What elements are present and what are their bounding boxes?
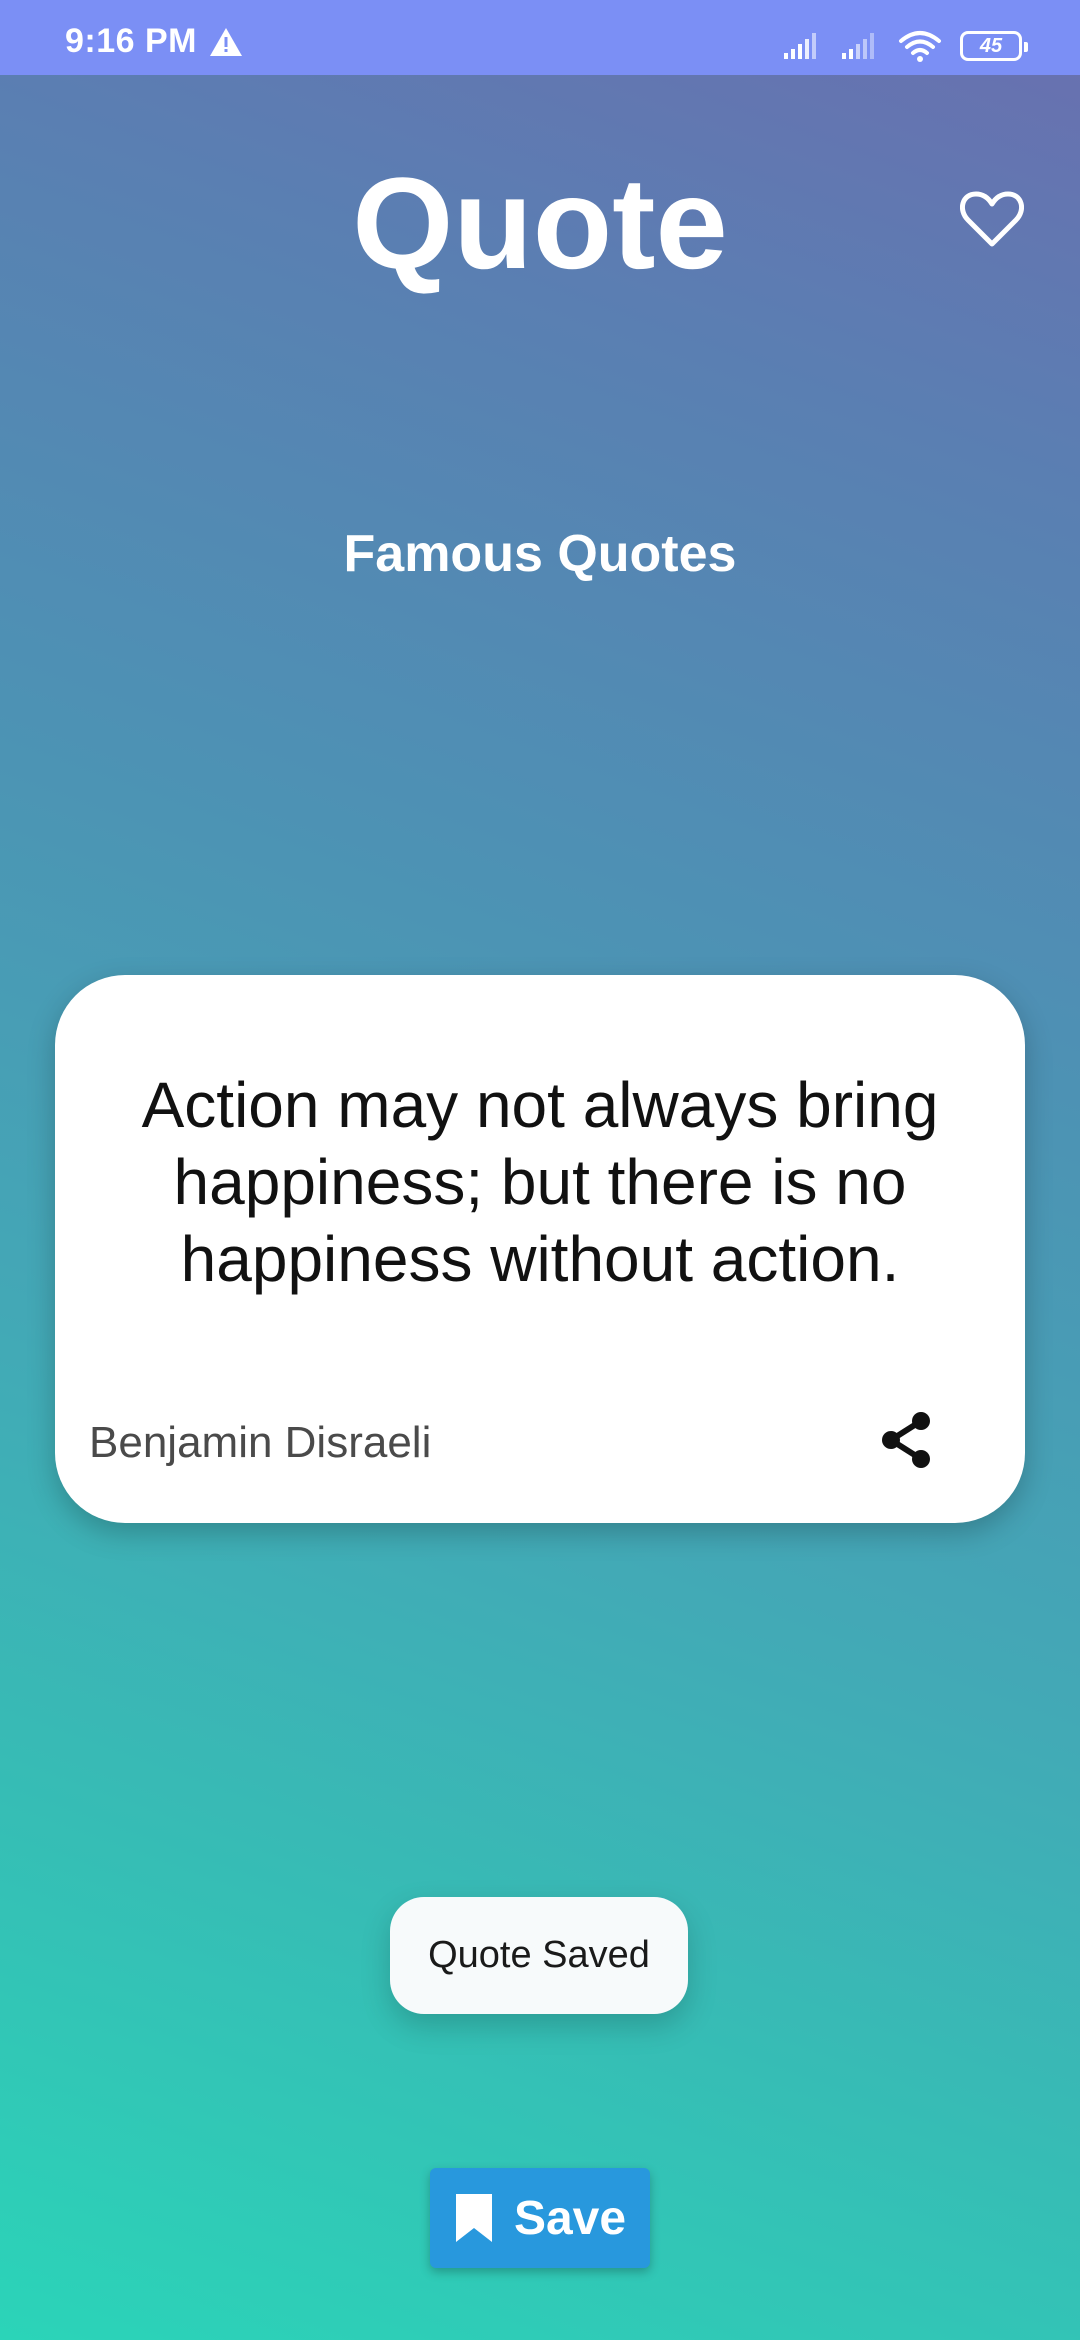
toast-message: Quote Saved <box>390 1897 688 2014</box>
status-bar: 9:16 PM 45 <box>0 0 1080 75</box>
save-button[interactable]: Save <box>430 2168 650 2268</box>
quote-card: Action may not always bring happiness; b… <box>55 975 1025 1523</box>
signal-icon <box>784 33 816 59</box>
quote-text: Action may not always bring happiness; b… <box>141 1069 939 1295</box>
save-button-label: Save <box>513 2191 627 2245</box>
battery-icon: 45 <box>960 31 1028 61</box>
toast-text: Quote Saved <box>428 1934 650 1976</box>
share-icon[interactable] <box>873 1407 939 1473</box>
warning-icon <box>210 28 242 56</box>
signal-icon <box>842 33 874 59</box>
app-title: Quote <box>352 150 728 296</box>
quote-author: Benjamin Disraeli <box>89 1418 432 1467</box>
page-subtitle: Famous Quotes <box>343 525 737 583</box>
heart-icon[interactable] <box>960 190 1024 248</box>
battery-level: 45 <box>979 34 1003 57</box>
status-icons: 45 <box>782 26 1028 66</box>
status-time: 9:16 PM <box>65 22 197 60</box>
bookmark-icon <box>455 2194 492 2242</box>
wifi-icon <box>899 31 941 62</box>
